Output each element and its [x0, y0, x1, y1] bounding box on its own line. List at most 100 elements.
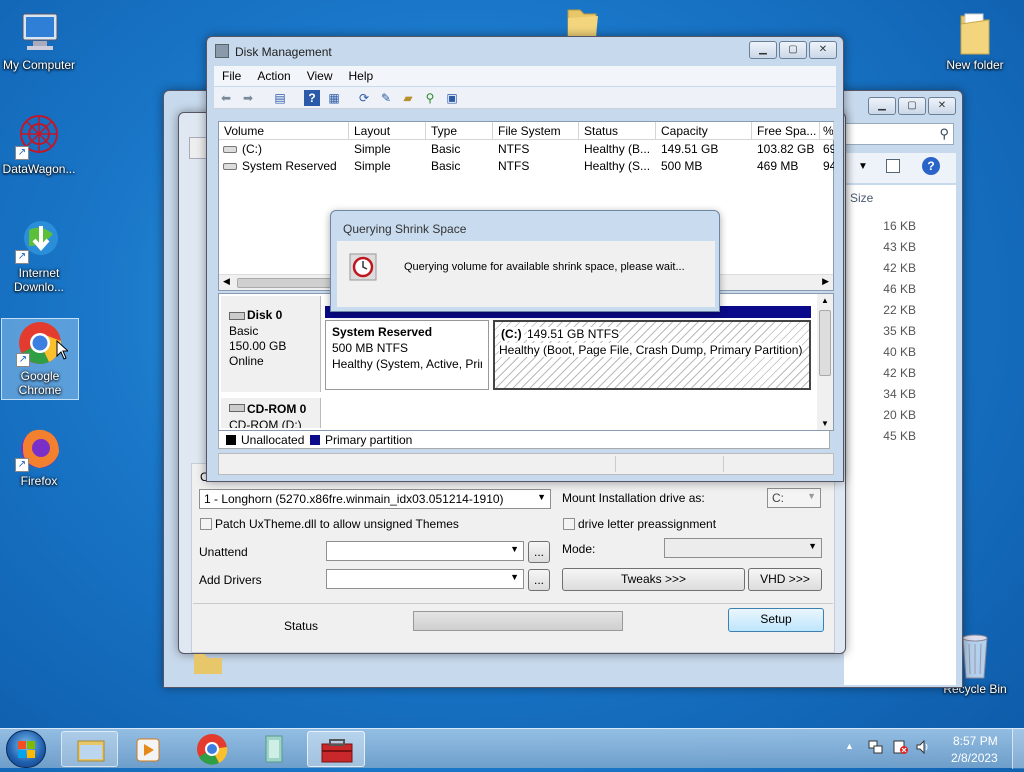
menu-action[interactable]: Action [249, 66, 298, 86]
add-drivers-combo[interactable]: ▼ [326, 569, 524, 589]
tweaks-button[interactable]: Tweaks >>> [562, 568, 745, 591]
minimize-button[interactable]: ▁ [868, 97, 896, 115]
window-controls: ▁ ▢ ✕ [749, 41, 837, 59]
maximize-button[interactable]: ▢ [898, 97, 926, 115]
vhd-button[interactable]: VHD >>> [748, 568, 822, 591]
maximize-button[interactable]: ▢ [779, 41, 807, 59]
clock-date[interactable]: 2/8/2023 [951, 751, 998, 765]
clock-time[interactable]: 8:57 PM [953, 734, 998, 748]
close-button[interactable]: ✕ [809, 41, 837, 59]
desktop-icon-new-folder[interactable]: New folder [936, 8, 1014, 72]
legend: Unallocated Primary partition [218, 431, 830, 449]
action-center-icon[interactable] [892, 739, 908, 755]
col-percent-free[interactable]: % [820, 122, 834, 140]
rescan-icon[interactable]: ✎ [378, 90, 394, 106]
drive-letter-checkbox[interactable] [563, 518, 575, 530]
col-free-space[interactable]: Free Spa... [752, 122, 820, 140]
scroll-down-icon[interactable]: ▼ [821, 419, 829, 428]
status-cell: Healthy (B... [584, 142, 651, 156]
legend-unallocated-label: Unallocated [241, 433, 305, 447]
vertical-scrollbar[interactable]: ▲ ▼ [817, 294, 833, 430]
taskbar-media-player-button[interactable] [124, 731, 174, 767]
back-arrow-icon[interactable]: ⬅ [218, 90, 234, 106]
title-bar[interactable]: Disk Management ▁ ▢ ✕ [207, 37, 843, 65]
mode-select[interactable]: ▼ [664, 538, 822, 558]
col-layout[interactable]: Layout [349, 122, 426, 140]
unattend-combo[interactable]: ▼ [326, 541, 524, 561]
fs-cell: NTFS [498, 159, 530, 173]
desktop-icon-firefox[interactable]: ↗ Firefox [0, 424, 78, 488]
menu-help[interactable]: Help [341, 66, 382, 86]
hard-disk-icon [229, 312, 245, 320]
col-capacity[interactable]: Capacity [656, 122, 752, 140]
desktop-icon-idm[interactable]: ↗ Internet Downlo... [0, 216, 78, 294]
show-hidden-icons-icon[interactable]: ▲ [845, 741, 854, 751]
drive-letter-label: drive letter preassignment [578, 517, 717, 531]
menu-file[interactable]: File [214, 66, 249, 86]
search-icon[interactable]: ⚲ [422, 90, 438, 106]
desktop-icon-datawagon[interactable]: ↗ DataWagon... [0, 112, 78, 176]
unattend-label: Unattend [199, 545, 248, 559]
mount-drive-select[interactable]: C: ▼ [767, 488, 821, 508]
dialog-title: Querying Shrink Space [343, 222, 467, 236]
file-size-cell: 16 KB [883, 219, 916, 233]
taskbar-chrome-button[interactable] [186, 731, 238, 767]
minimize-button[interactable]: ▁ [749, 41, 777, 59]
free-cell: 469 MB [757, 159, 799, 173]
search-icon: ⚲ [939, 126, 949, 141]
refresh-icon[interactable]: ⟳ [356, 90, 372, 106]
cdrom-name: CD-ROM 0 [247, 402, 307, 416]
setup-button[interactable]: Setup [728, 608, 824, 632]
settings-icon[interactable]: ▣ [444, 90, 460, 106]
menu-view[interactable]: View [299, 66, 341, 86]
file-size-cell: 42 KB [883, 261, 916, 275]
image-select[interactable]: 1 - Longhorn (5270.x86fre.winmain_idx03.… [199, 489, 551, 509]
desktop-icon-label: Internet Downlo... [13, 266, 65, 294]
size-header[interactable]: Size [850, 191, 873, 205]
dialog-body: Querying volume for available shrink spa… [337, 241, 715, 307]
col-type[interactable]: Type [426, 122, 493, 140]
disk-map[interactable]: Disk 0 Basic 150.00 GB Online System Res… [218, 293, 834, 431]
network-icon[interactable] [867, 739, 883, 755]
query-dialog[interactable]: Querying Shrink Space Querying volume fo… [330, 210, 720, 312]
search-box[interactable]: ⚲ [844, 123, 954, 145]
desktop-icon-my-computer[interactable]: My Computer [0, 8, 78, 72]
show-desktop-button[interactable] [1012, 729, 1024, 769]
properties-icon[interactable]: ▦ [326, 90, 342, 106]
scroll-left-icon[interactable]: ◀ [223, 276, 230, 287]
partition-c[interactable]: (C:) 149.51 GB NTFS Healthy (Boot, Page … [493, 320, 811, 390]
scroll-up-icon[interactable]: ▲ [821, 296, 829, 305]
pct-cell: 69 [823, 142, 834, 156]
col-file-system[interactable]: File System [493, 122, 579, 140]
start-button[interactable] [6, 730, 46, 768]
explorer-toolbar: ▼ ? [844, 153, 956, 183]
chevron-down-icon[interactable]: ▼ [858, 161, 868, 172]
taskbar-explorer-button[interactable] [61, 731, 118, 767]
unattend-browse-button[interactable]: ... [528, 541, 550, 563]
file-size-cell: 46 KB [883, 282, 916, 296]
scroll-thumb[interactable] [819, 310, 831, 376]
setup-app-icon [265, 735, 283, 763]
scroll-right-icon[interactable]: ▶ [822, 276, 829, 287]
add-drivers-browse-button[interactable]: ... [528, 569, 550, 591]
preview-pane-icon[interactable] [886, 159, 900, 173]
window-controls: ▁ ▢ ✕ [868, 97, 956, 115]
show-hide-tree-icon[interactable]: ▤ [272, 90, 288, 106]
status-label: Status [284, 619, 319, 633]
help-icon[interactable]: ? [304, 90, 320, 106]
help-icon[interactable]: ? [922, 157, 940, 175]
open-folder-icon[interactable]: ▰ [400, 90, 416, 106]
volume-icon[interactable] [915, 739, 931, 755]
col-volume[interactable]: Volume [219, 122, 349, 140]
taskbar-disk-management-button[interactable] [307, 731, 365, 767]
forward-arrow-icon[interactable]: ➡ [240, 90, 256, 106]
disk0-type: Basic [229, 324, 259, 338]
drive-icon [223, 163, 237, 170]
close-button[interactable]: ✕ [928, 97, 956, 115]
disk0-info[interactable]: Disk 0 Basic 150.00 GB Online [221, 296, 321, 392]
cdrom-info[interactable]: CD-ROM 0 CD-ROM (D:) [221, 398, 321, 428]
partition-system-reserved[interactable]: System Reserved 500 MB NTFS Healthy (Sys… [325, 320, 489, 390]
patch-uxtheme-checkbox[interactable] [200, 518, 212, 530]
taskbar-setup-button[interactable] [246, 731, 302, 767]
col-status[interactable]: Status [579, 122, 656, 140]
